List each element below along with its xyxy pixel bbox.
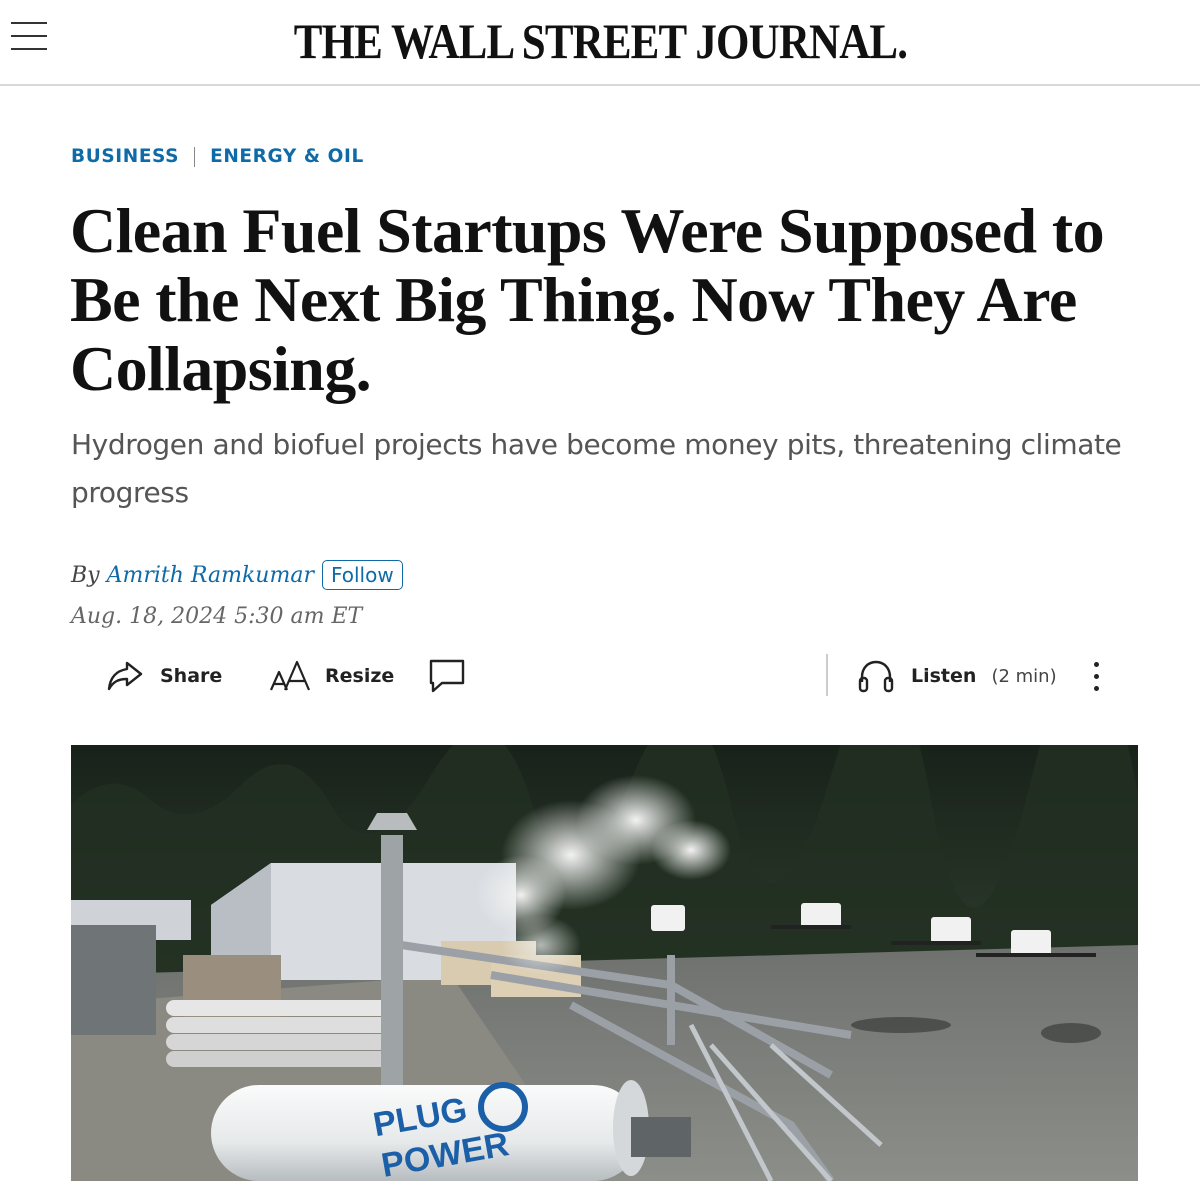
- publish-date: Aug. 18, 2024 5:30 am ET: [71, 604, 363, 629]
- breadcrumb-divider: [194, 146, 196, 167]
- comments-button[interactable]: [428, 650, 466, 702]
- section-link-energy-oil[interactable]: ENERGY & OIL: [210, 146, 364, 167]
- share-button[interactable]: Share: [105, 650, 222, 702]
- article-toolbar: Share Resize Listen (2 min): [0, 650, 1200, 702]
- masthead-logo[interactable]: THE WALL STREET JOURNAL.: [84, 12, 1116, 70]
- top-navigation-bar: THE WALL STREET JOURNAL.: [0, 0, 1200, 86]
- resize-icon: [269, 660, 311, 691]
- resize-text-button[interactable]: Resize: [269, 650, 394, 702]
- share-label: Share: [160, 665, 223, 687]
- article-hero-photo[interactable]: PLUG POWER: [71, 745, 1138, 1181]
- toolbar-divider: [826, 654, 828, 696]
- section-link-business[interactable]: BUSINESS: [71, 146, 179, 167]
- comment-icon: [429, 659, 465, 693]
- article-headline: Clean Fuel Startups Were Supposed to Be …: [70, 195, 1105, 404]
- listen-duration: (2 min): [991, 665, 1057, 687]
- more-options-button[interactable]: [1086, 650, 1106, 702]
- listen-label: Listen: [911, 665, 977, 687]
- resize-label: Resize: [325, 665, 395, 687]
- author-link[interactable]: Amrith Ramkumar: [107, 563, 314, 588]
- byline-prefix: By: [71, 562, 100, 588]
- headphones-icon: [858, 660, 894, 693]
- section-breadcrumb: BUSINESS ENERGY & OIL: [71, 146, 364, 167]
- follow-author-button[interactable]: Follow: [321, 560, 403, 590]
- more-options-icon: [1093, 661, 1099, 691]
- article-dek: Hydrogen and biofuel projects have becom…: [71, 428, 1122, 509]
- byline: By Amrith Ramkumar Follow: [71, 560, 403, 590]
- listen-button[interactable]: Listen (2 min): [857, 650, 1057, 702]
- hamburger-menu-icon[interactable]: [11, 20, 47, 52]
- share-icon: [107, 661, 143, 691]
